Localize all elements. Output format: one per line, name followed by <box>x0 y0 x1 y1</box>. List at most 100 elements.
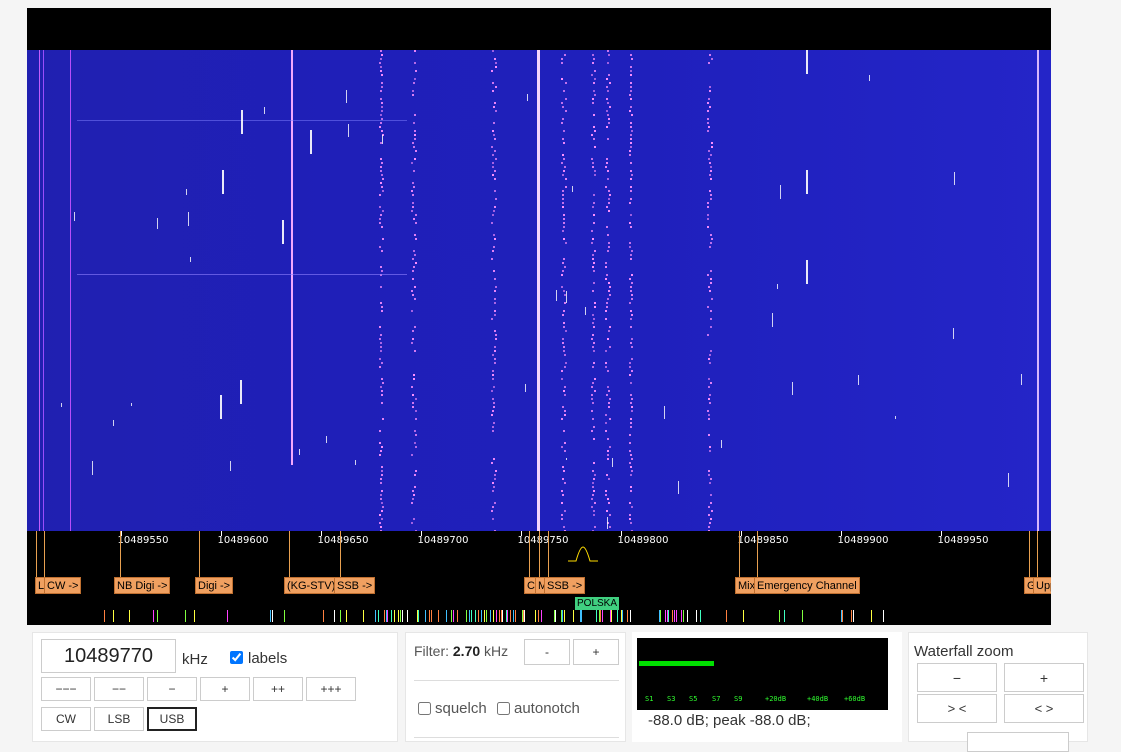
passband-marker[interactable] <box>568 545 598 563</box>
smeter-scale-label: S7 <box>712 695 721 703</box>
smeter-scale-label: S3 <box>667 695 676 703</box>
smeter-scale-label: S9 <box>734 695 743 703</box>
sdr-display[interactable]: 10489550 10489600 10489650 10489700 10489750… <box>27 8 1051 625</box>
spot-mark <box>340 610 341 622</box>
band-label[interactable]: Upper Beacon <box>1033 577 1051 594</box>
spot-mark <box>674 610 675 622</box>
frequency-unit: kHz <box>182 651 208 668</box>
band-marker-line <box>199 531 200 577</box>
filter-plus-button[interactable]: + <box>573 639 619 665</box>
band-label[interactable]: Digi -> <box>195 577 234 594</box>
spot-mark <box>451 610 452 622</box>
frequency-input[interactable] <box>41 639 176 673</box>
spot-mark <box>599 610 600 622</box>
spot-mark <box>681 610 682 622</box>
band-label[interactable]: CW -> <box>44 577 82 594</box>
spot-mark <box>743 610 744 622</box>
band-marker-line <box>289 531 290 577</box>
band-label[interactable]: Emergency Channel <box>754 577 860 594</box>
band-marker-line <box>1037 531 1038 577</box>
spot-mark <box>391 610 392 622</box>
step-up-2-button[interactable]: ++ <box>253 677 303 701</box>
spot-mark <box>375 610 376 622</box>
spot-mark <box>478 610 479 622</box>
spot-mark <box>513 610 514 622</box>
squelch-checkbox[interactable] <box>418 702 431 715</box>
band-label[interactable]: (KG-STV) <box>284 577 339 594</box>
autonotch-label: autonotch <box>514 700 580 717</box>
spot-mark <box>493 610 494 622</box>
spot-mark <box>627 610 628 622</box>
spot-mark <box>562 610 563 622</box>
spot-mark <box>157 610 158 622</box>
spot-mark <box>841 610 842 622</box>
spot-mark <box>538 610 539 622</box>
scale-tick-label: 10489550 <box>117 535 169 546</box>
step-up-3-button[interactable]: +++ <box>306 677 356 701</box>
spot-strip <box>27 610 1051 622</box>
frequency-scale[interactable]: 10489550 10489600 10489650 10489700 10489750… <box>27 531 1051 625</box>
spot-mark <box>555 610 556 622</box>
filter-minus-button[interactable]: - <box>524 639 570 665</box>
waterfall[interactable] <box>27 50 1051 531</box>
zoom-extra-button[interactable] <box>967 732 1069 752</box>
scale-tick-label: 10489950 <box>937 535 989 546</box>
spot-mark <box>660 610 661 622</box>
spot-mark <box>535 610 536 622</box>
spot-mark <box>394 610 395 622</box>
smeter-readout: -88.0 dB; peak -88.0 dB; <box>648 712 811 729</box>
band-marker-line <box>340 531 341 577</box>
spot-mark <box>363 610 364 622</box>
zoom-in-button[interactable]: + <box>1004 663 1084 692</box>
band-label[interactable]: SSB -> <box>544 577 586 594</box>
spot-mark <box>621 610 622 622</box>
spot-mark <box>431 610 432 622</box>
zoom-out-button[interactable]: − <box>917 663 997 692</box>
spot-mark <box>471 610 472 622</box>
band-marker-line <box>739 531 740 577</box>
band-marker-line <box>548 531 549 577</box>
spot-mark <box>630 610 631 622</box>
divider <box>414 737 619 738</box>
spot-mark <box>387 610 388 622</box>
spot-mark <box>683 610 684 622</box>
step-down-2-button[interactable]: −− <box>94 677 144 701</box>
band-marker-line <box>1029 531 1030 577</box>
spot-mark <box>490 610 491 622</box>
narrow-button[interactable]: > < <box>917 694 997 723</box>
widen-button[interactable]: < > <box>1004 694 1084 723</box>
scale-tick-label: 10489600 <box>217 535 269 546</box>
labels-checkbox[interactable] <box>230 651 243 664</box>
autonotch-checkbox[interactable] <box>497 702 510 715</box>
labels-text: labels <box>248 650 288 667</box>
spot-mark <box>398 610 399 622</box>
spot-mark <box>676 610 677 622</box>
spot-mark <box>386 610 387 622</box>
spot-mark <box>284 610 285 622</box>
spot-mark <box>481 610 482 622</box>
spot-mark <box>429 610 430 622</box>
spot-mark <box>323 610 324 622</box>
band-marker-line <box>539 531 540 577</box>
spot-mark <box>573 610 574 622</box>
mode-cw-button[interactable]: CW <box>41 707 91 731</box>
band-label[interactable]: NB Digi -> <box>114 577 171 594</box>
step-down-1-button[interactable]: − <box>147 677 197 701</box>
mode-lsb-button[interactable]: LSB <box>94 707 144 731</box>
mode-usb-button[interactable]: USB <box>147 707 197 731</box>
spot-mark <box>502 610 503 622</box>
step-up-1-button[interactable]: + <box>200 677 250 701</box>
step-down-3-button[interactable]: −−− <box>41 677 91 701</box>
scale-tick-label: 10489900 <box>837 535 889 546</box>
scale-tick-label: 10489850 <box>737 535 789 546</box>
band-marker-line <box>44 531 45 577</box>
band-label[interactable]: SSB -> <box>334 577 376 594</box>
spot-label-polska[interactable]: POLSKA <box>575 597 620 610</box>
spot-mark <box>851 610 852 622</box>
filter-panel: Filter: 2.70 kHz - + squelch autonotch <box>405 632 626 742</box>
filter-unit: kHz <box>484 643 509 659</box>
smeter-scale-label: +40dB <box>807 695 829 703</box>
band-marker-line <box>36 531 37 577</box>
spot-mark <box>438 610 439 622</box>
smeter-bar <box>639 661 714 666</box>
